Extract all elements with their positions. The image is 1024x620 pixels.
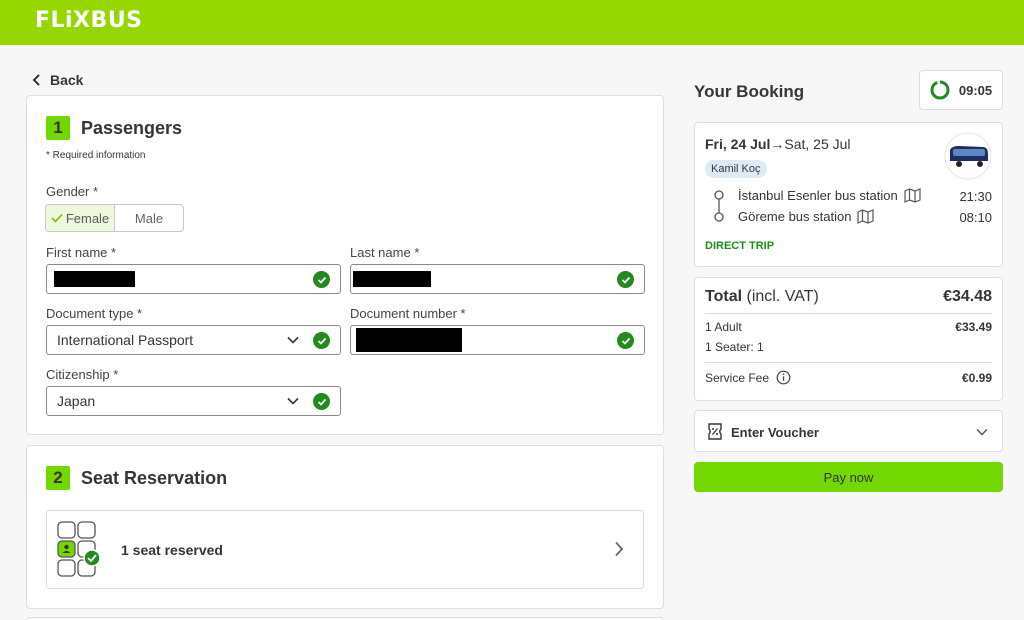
service-fee-value: €0.99 bbox=[961, 370, 992, 385]
adult-label: 1 Adult bbox=[705, 320, 742, 334]
checkmark-icon bbox=[51, 213, 63, 223]
citizenship-label: Citizenship * bbox=[46, 367, 119, 382]
section-title: Passengers bbox=[81, 117, 183, 138]
service-fee-label: Service Fee bbox=[705, 370, 770, 385]
redacted-value bbox=[353, 271, 431, 287]
document-number-label: Document number * bbox=[350, 306, 466, 321]
gender-selector: Female Male bbox=[45, 204, 184, 232]
arrival-stop: Göreme bus station bbox=[738, 209, 875, 224]
document-type-select[interactable]: International Passport bbox=[46, 325, 341, 355]
flixbus-logo[interactable]: FLiXBUS bbox=[35, 8, 143, 33]
chevron-down-icon bbox=[976, 428, 988, 436]
step-number-badge: 2 bbox=[46, 466, 70, 490]
arrival-station: Göreme bus station bbox=[738, 209, 852, 224]
document-type-value: International Passport bbox=[57, 332, 194, 348]
passengers-card: 1 Passengers * Required information Gend… bbox=[26, 95, 664, 435]
date-arrow: → bbox=[770, 136, 785, 152]
gender-label: Gender * bbox=[46, 184, 99, 199]
back-link[interactable]: Back bbox=[32, 71, 83, 89]
chevron-right-icon bbox=[615, 541, 624, 557]
timer-value: 09:05 bbox=[958, 82, 993, 98]
map-icon[interactable] bbox=[857, 209, 875, 224]
route-line-icon bbox=[714, 190, 724, 222]
valid-check-icon bbox=[313, 271, 330, 288]
top-bar: FLiXBUS bbox=[0, 0, 1024, 45]
back-label: Back bbox=[50, 72, 84, 88]
valid-check-icon bbox=[617, 332, 634, 349]
service-fee-row: Service Fee €0.99 bbox=[705, 370, 992, 385]
valid-check-icon bbox=[313, 332, 330, 349]
required-note: * Required information bbox=[46, 150, 146, 161]
departure-stop: İstanbul Esenler bus station bbox=[738, 188, 921, 203]
timer-ring-icon bbox=[930, 80, 950, 100]
citizenship-select[interactable]: Japan bbox=[46, 386, 341, 416]
voucher-dropdown[interactable]: Enter Voucher bbox=[694, 410, 1003, 452]
first-name-field[interactable] bbox=[46, 264, 341, 294]
total-note: (incl. VAT) bbox=[746, 288, 819, 305]
info-icon[interactable] bbox=[776, 370, 791, 385]
seat-summary: 1 seat reserved bbox=[121, 542, 223, 558]
session-timer: 09:05 bbox=[919, 70, 1003, 110]
valid-check-icon bbox=[617, 271, 634, 288]
adult-value: €33.49 bbox=[955, 320, 992, 334]
chevron-down-icon bbox=[287, 336, 299, 344]
bus-operator-image bbox=[944, 132, 992, 180]
pay-now-button[interactable]: Pay now bbox=[694, 462, 1003, 492]
voucher-label: Enter Voucher bbox=[731, 425, 819, 440]
gender-option-female[interactable]: Female bbox=[46, 205, 115, 231]
departure-time: 21:30 bbox=[959, 189, 992, 204]
redacted-value bbox=[54, 271, 135, 287]
last-name-label: Last name * bbox=[350, 245, 420, 260]
trip-dates: Fri, 24 Jul→Sat, 25 Jul bbox=[705, 136, 851, 152]
booking-title: Your Booking bbox=[694, 82, 805, 101]
operator-badge: Kamil Koç bbox=[705, 160, 767, 178]
trip-type: DIRECT TRIP bbox=[705, 240, 775, 252]
price-summary-card: Total (incl. VAT) €34.48 1 Adult €33.49 … bbox=[694, 277, 1003, 401]
step-number-badge: 1 bbox=[46, 116, 70, 140]
seat-reservation-header: 2 Seat Reservation bbox=[46, 466, 227, 490]
document-type-label: Document type * bbox=[46, 306, 143, 321]
gender-option-label: Male bbox=[134, 210, 164, 226]
chevron-down-icon bbox=[287, 397, 299, 405]
divider bbox=[705, 313, 992, 314]
trip-card: Fri, 24 Jul→Sat, 25 Jul Kamil Koç İstanb… bbox=[694, 122, 1003, 267]
passengers-header: 1 Passengers bbox=[46, 116, 182, 140]
seater-label: 1 Seater: 1 bbox=[705, 340, 764, 354]
section-title: Seat Reservation bbox=[81, 467, 228, 488]
document-number-field[interactable] bbox=[350, 325, 645, 355]
last-name-field[interactable] bbox=[350, 264, 645, 294]
citizenship-value: Japan bbox=[57, 393, 96, 409]
valid-check-icon bbox=[313, 393, 330, 410]
seat-reservation-card: 2 Seat Reservation 1 seat reserved bbox=[26, 445, 664, 609]
arrival-date: Sat, 25 Jul bbox=[784, 136, 851, 152]
departure-station: İstanbul Esenler bus station bbox=[738, 188, 898, 203]
first-name-label: First name * bbox=[46, 245, 117, 260]
seater-row: 1 Seater: 1 bbox=[705, 340, 992, 354]
gender-option-label: Female bbox=[65, 210, 110, 226]
redacted-value bbox=[356, 328, 462, 352]
total-row: Total (incl. VAT) €34.48 bbox=[705, 288, 992, 306]
departure-date: Fri, 24 Jul bbox=[705, 136, 771, 152]
voucher-icon bbox=[708, 423, 722, 440]
arrival-time: 08:10 bbox=[959, 210, 992, 225]
seat-map-icon bbox=[57, 521, 101, 577]
chevron-left-icon bbox=[32, 74, 40, 86]
total-value: €34.48 bbox=[943, 288, 992, 305]
adult-row: 1 Adult €33.49 bbox=[705, 320, 992, 334]
total-label: Total bbox=[705, 288, 743, 305]
gender-option-male[interactable]: Male bbox=[115, 205, 183, 231]
seat-reservation-row[interactable]: 1 seat reserved bbox=[46, 510, 644, 589]
map-icon[interactable] bbox=[904, 188, 921, 203]
divider bbox=[705, 362, 992, 363]
